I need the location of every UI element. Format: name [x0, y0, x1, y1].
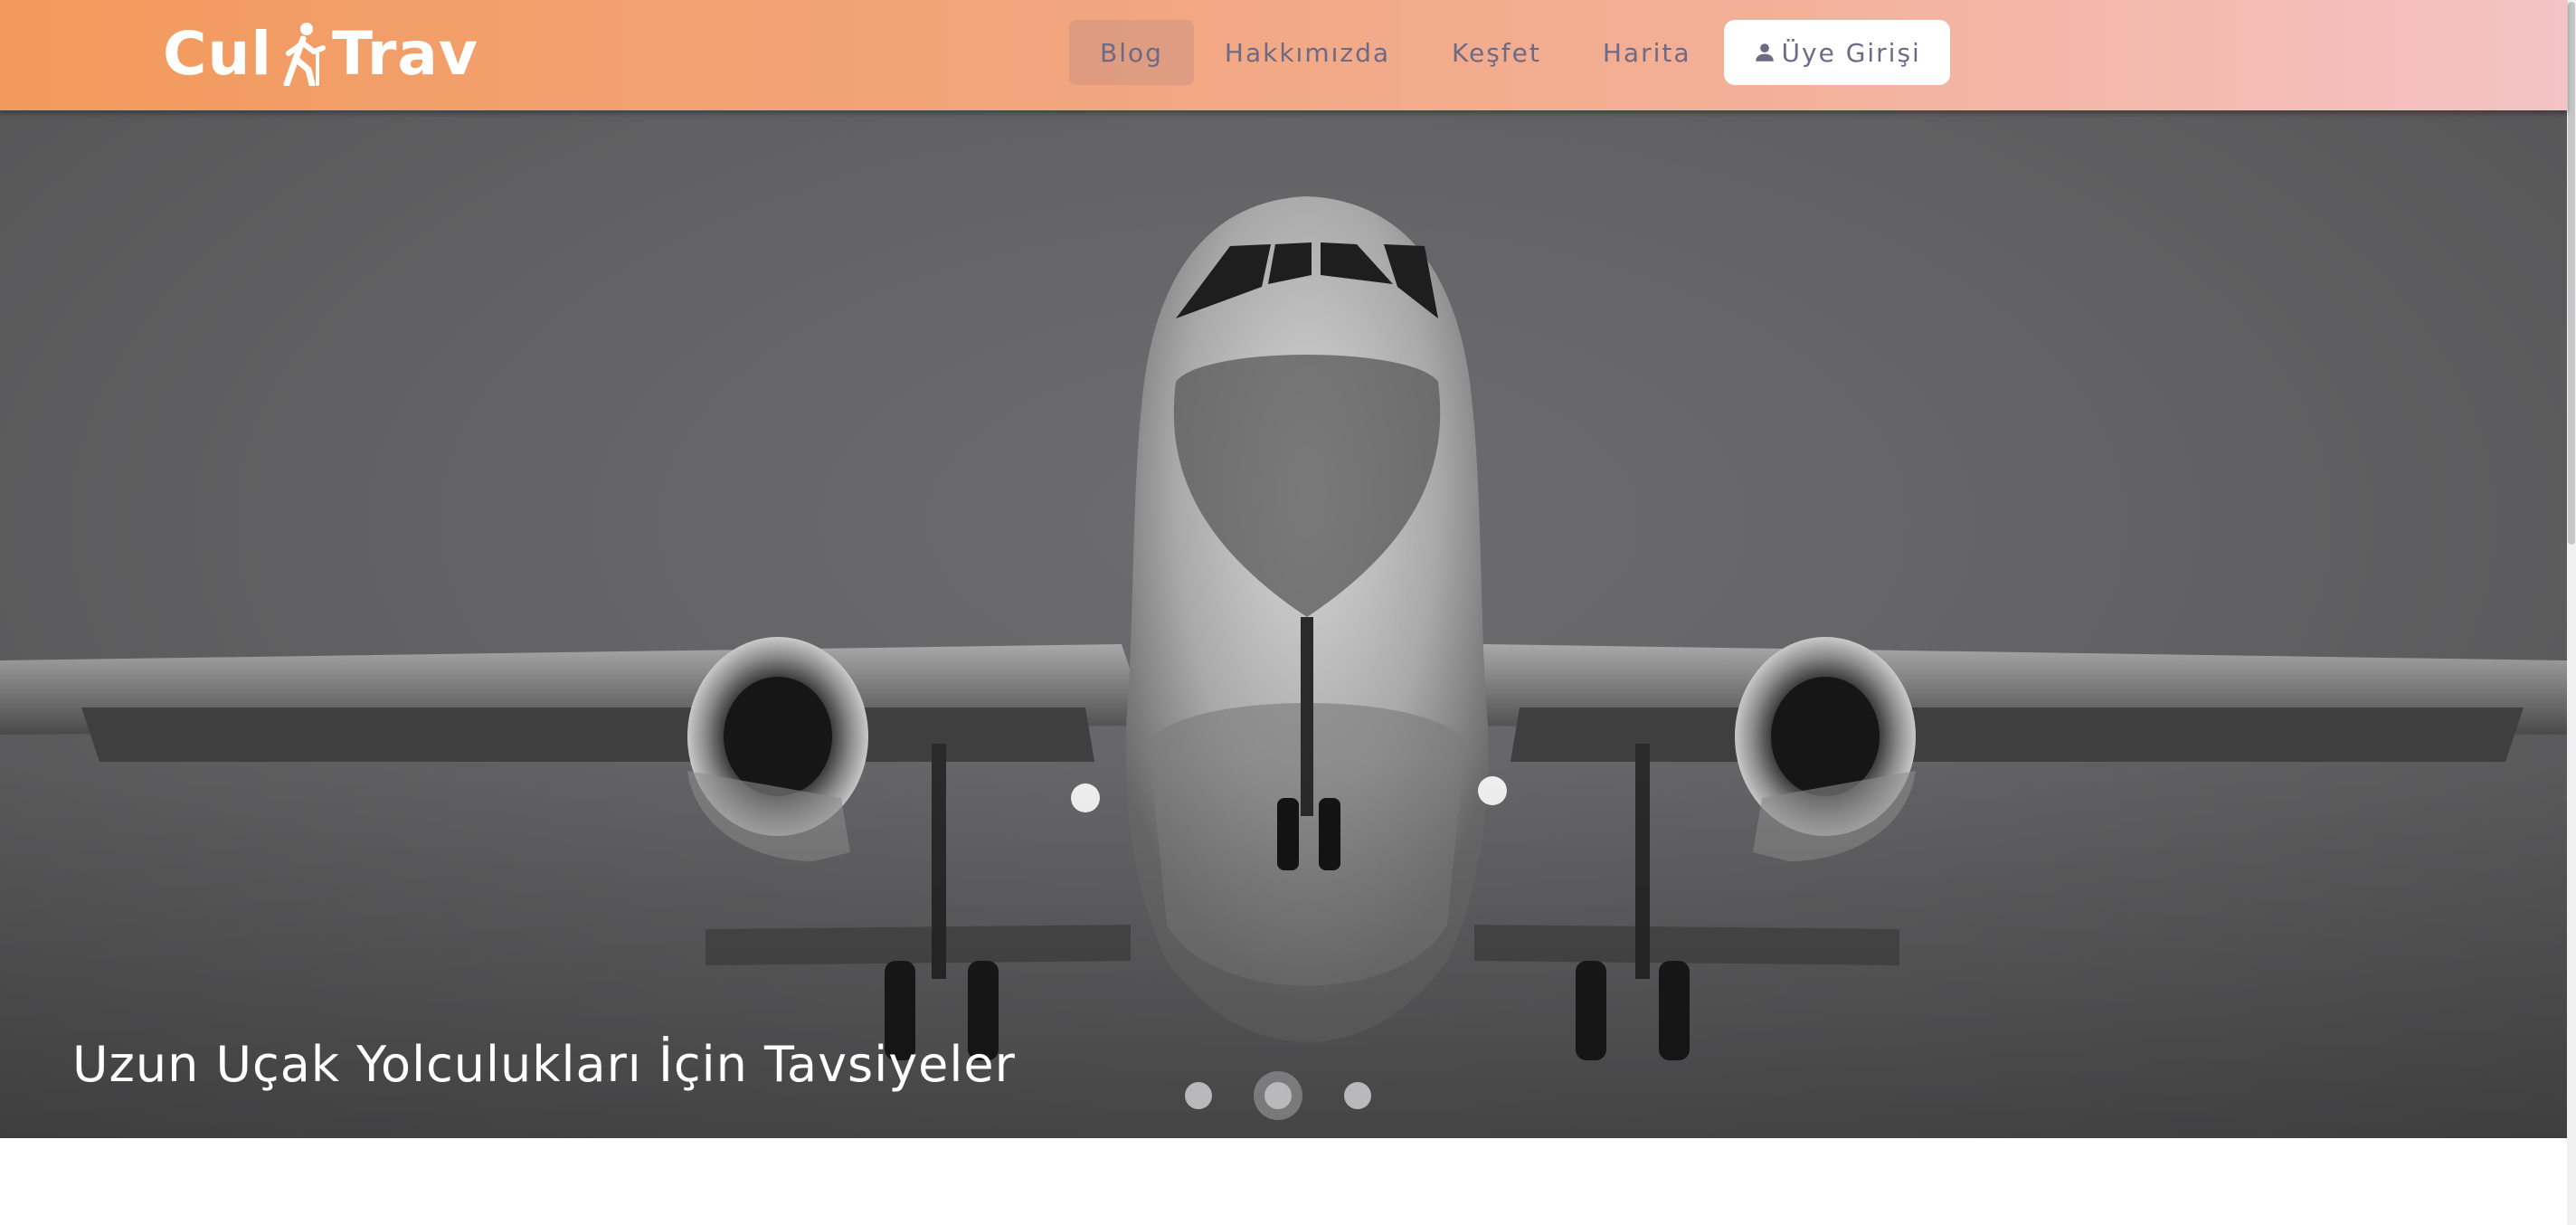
nav-item-hakkimizda[interactable]: Hakkımızda	[1194, 20, 1421, 85]
hero-carousel[interactable]: Uzun Uçak Yolculukları İçin Tavsiyeler	[0, 110, 2567, 1138]
login-button-label: Üye Girişi	[1781, 37, 1921, 68]
logo-text-left: Cul	[163, 18, 273, 89]
page: Cul Trav Blog Hakkımızda Keşfet Harita Ü…	[0, 0, 2576, 1225]
carousel-indicator-1[interactable]	[1185, 1082, 1212, 1109]
nav-item-harita[interactable]: Harita	[1572, 20, 1722, 85]
scrollbar-thumb[interactable]	[2568, 2, 2575, 545]
walking-person-icon	[283, 23, 327, 86]
page-scrollbar[interactable]	[2567, 0, 2576, 1225]
navbar: Cul Trav Blog Hakkımızda Keşfet Harita Ü…	[0, 0, 2567, 110]
user-icon	[1755, 43, 1774, 62]
nav-menu: Blog Hakkımızda Keşfet Harita Üye Girişi	[1069, 20, 1950, 85]
carousel-indicator-2[interactable]	[1264, 1082, 1292, 1109]
logo-text-right: Trav	[332, 18, 478, 89]
logo[interactable]: Cul Trav	[163, 13, 478, 94]
carousel-indicators	[1179, 1068, 1378, 1122]
slide-title: Uzun Uçak Yolculukları İçin Tavsiyeler	[72, 1035, 1016, 1093]
login-button[interactable]: Üye Girişi	[1723, 20, 1950, 85]
carousel-indicator-3[interactable]	[1344, 1082, 1371, 1109]
nav-item-kesfet[interactable]: Keşfet	[1421, 20, 1572, 85]
nav-item-blog[interactable]: Blog	[1069, 20, 1194, 85]
